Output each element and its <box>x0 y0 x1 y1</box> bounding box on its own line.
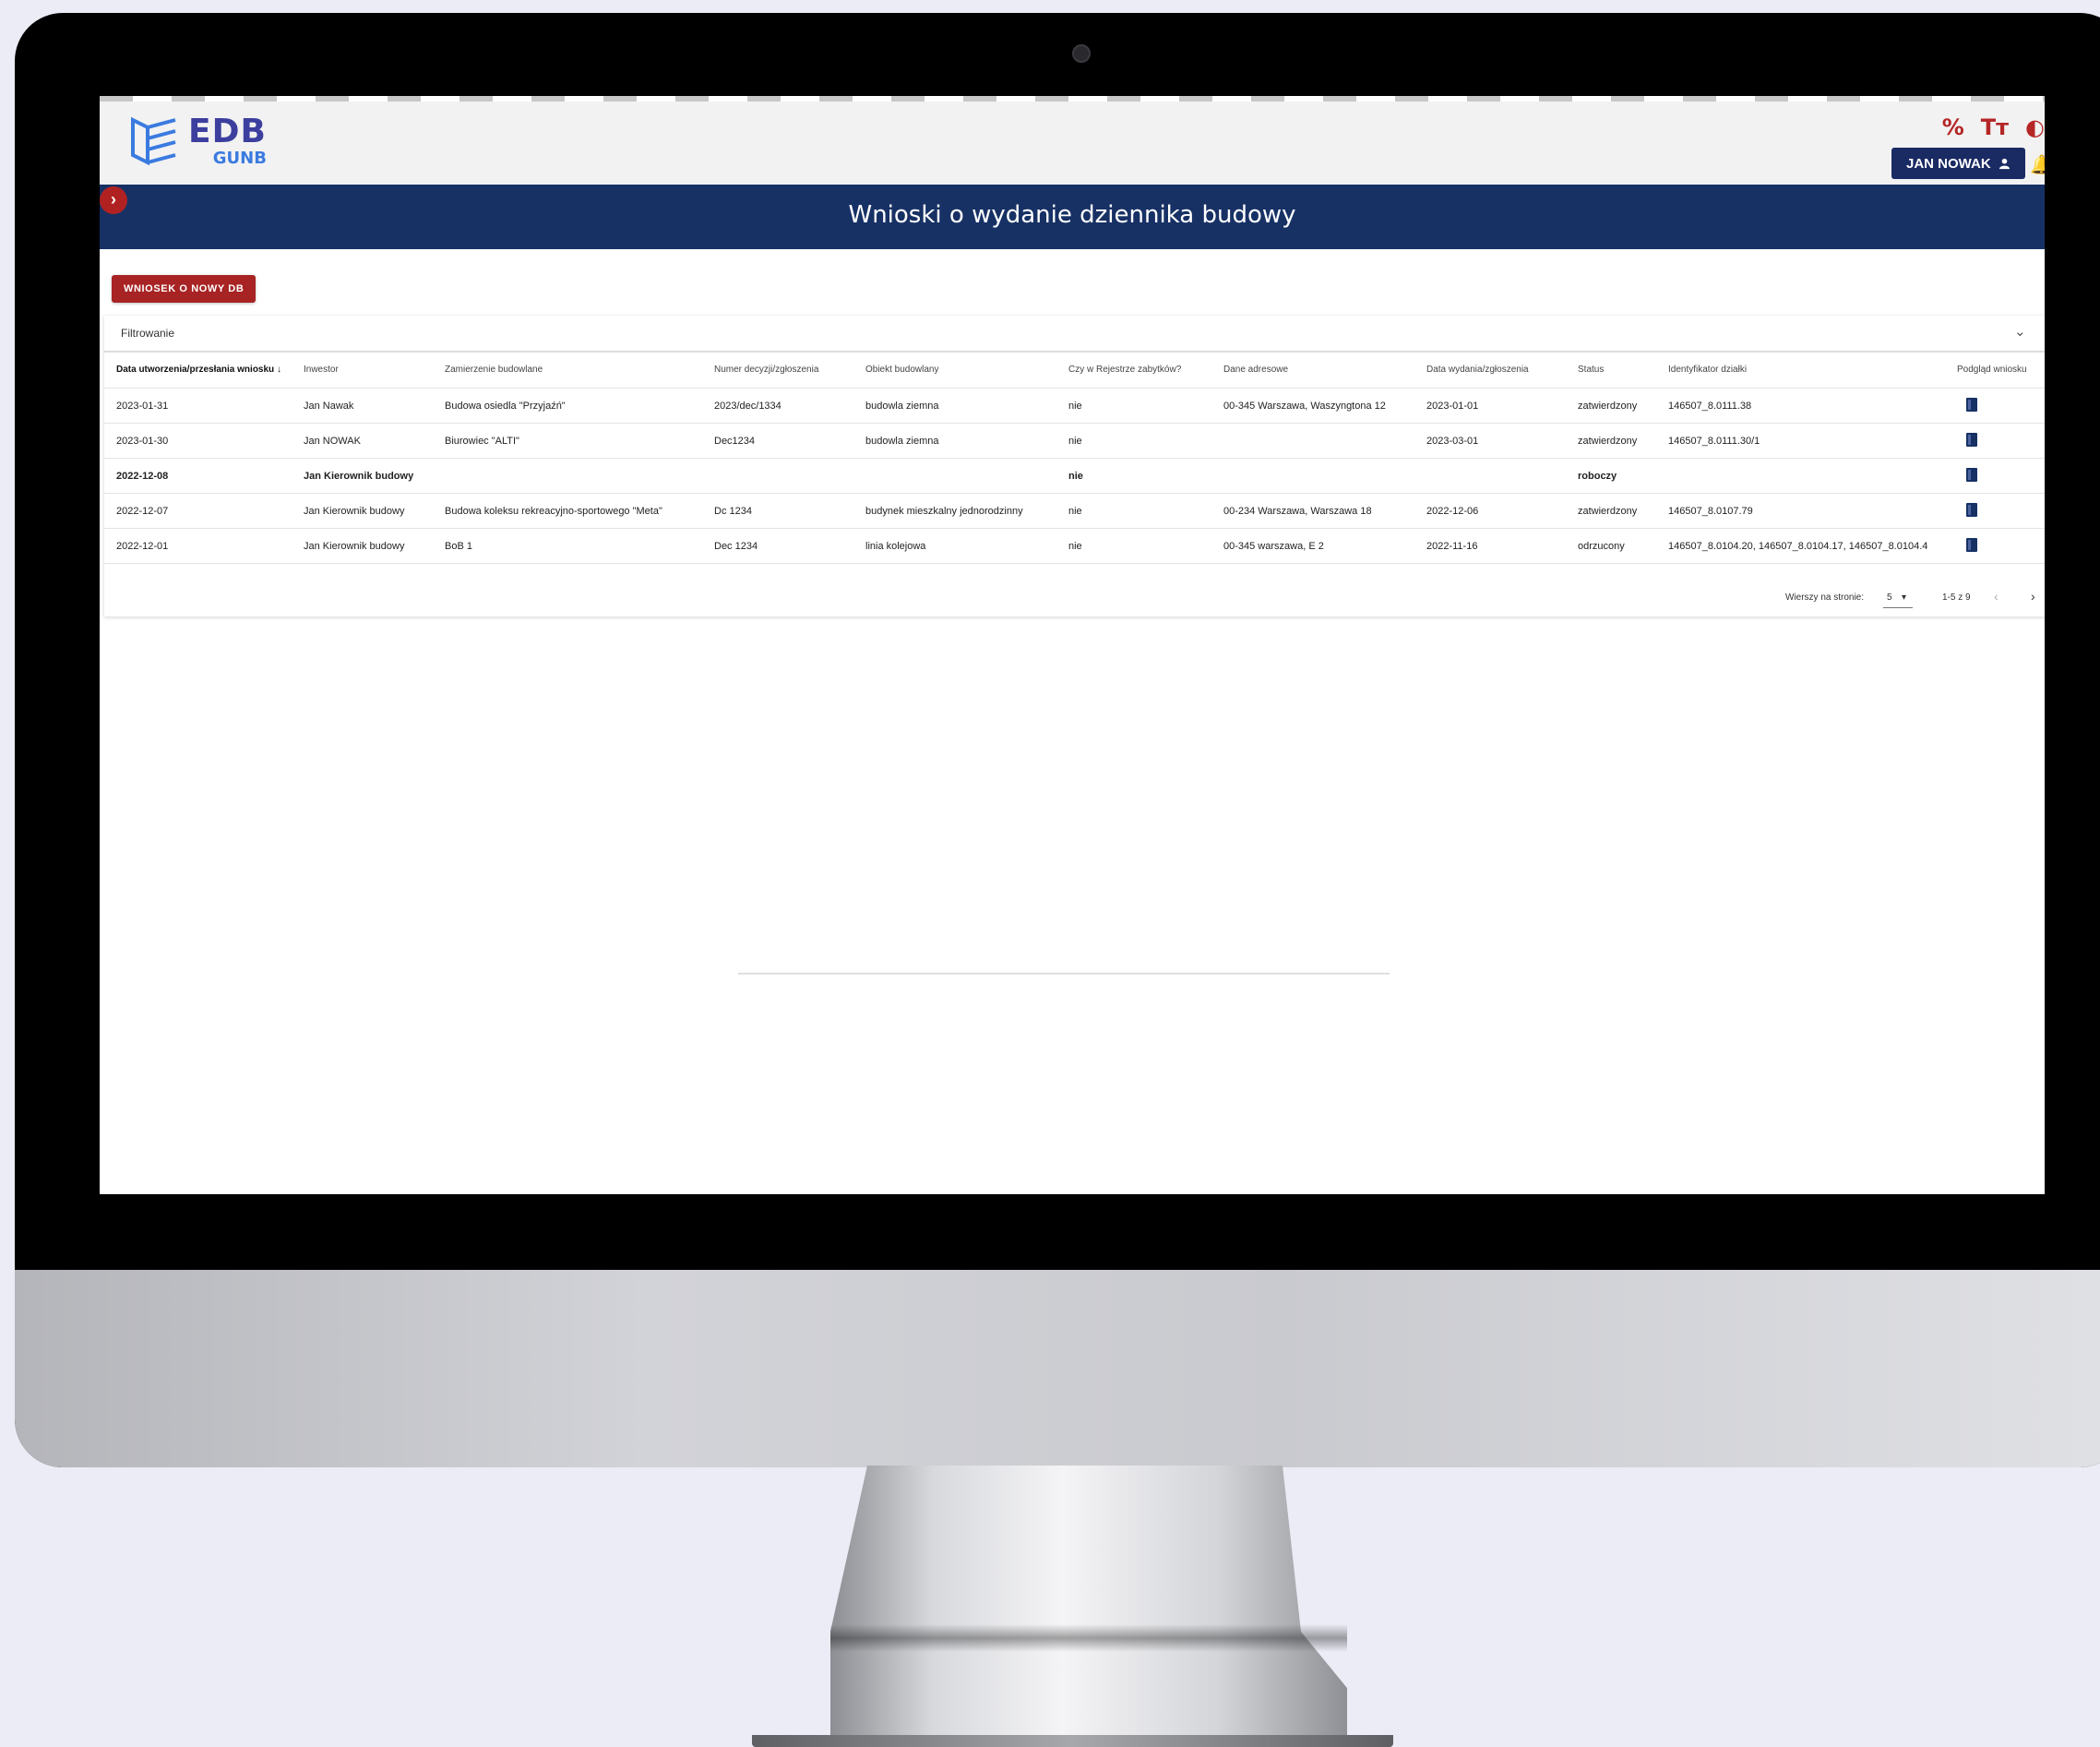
caret-down-icon[interactable]: ▾ <box>1902 592 1906 603</box>
column-header[interactable]: Status <box>1578 351 1668 389</box>
page-header: Wnioski o wydanie dziennika budowy <box>100 185 2045 249</box>
column-header[interactable]: Data wydania/zgłoszenia <box>1426 351 1578 389</box>
page-title: Wnioski o wydanie dziennika budowy <box>848 201 1296 229</box>
table-row[interactable]: 2023-01-30 Jan NOWAK Biurowiec "ALTI" Dec12… <box>104 423 2045 459</box>
column-header[interactable]: Czy w Rejestrze zabytków? <box>1068 351 1223 389</box>
view-request-icon[interactable] <box>1966 432 1977 447</box>
bell-icon[interactable]: 🔔 <box>2030 153 2045 176</box>
user-menu-button[interactable]: JAN NOWAK <box>1891 148 2025 179</box>
monitor-foot <box>752 1735 1393 1747</box>
app-screen: EDB GUNB % Tт ◐ JAN NOWAK 🔔 Wnioski o wy… <box>100 96 2045 1194</box>
view-request-icon[interactable] <box>1966 397 1977 412</box>
rows-per-page-label: Wierszy na stronie: <box>1785 592 1865 603</box>
user-icon <box>1999 158 2010 169</box>
table-row[interactable]: 2022-12-08 Jan Kierownik budowy nie roboczy <box>104 458 2045 494</box>
view-request-icon[interactable] <box>1966 537 1977 552</box>
column-header[interactable]: Numer decyzji/zgłoszenia <box>714 351 865 389</box>
camera-icon <box>1072 44 1091 63</box>
table-row[interactable]: 2022-12-01 Jan Kierownik budowy BoB 1 Dec 1… <box>104 528 2045 564</box>
edb-logo[interactable]: EDB GUNB <box>127 114 267 168</box>
book-logo-icon <box>131 116 176 166</box>
chevron-down-icon[interactable]: ⌄ <box>2014 323 2026 340</box>
table-row[interactable]: 2023-01-31 Jan Nawak Budowa osiedla "Przyj… <box>104 388 2045 424</box>
page-range: 1-5 z 9 <box>1942 592 1971 603</box>
filter-label: Filtrowanie <box>121 327 175 340</box>
arrow-down-icon: ↓ <box>276 364 281 375</box>
table-row[interactable]: 2022-12-07 Jan Kierownik budowy Budowa kol… <box>104 493 2045 529</box>
rows-per-page-select[interactable]: 5 <box>1887 592 1892 603</box>
logo-subtext: GUNB <box>212 149 267 168</box>
column-header[interactable]: Zamierzenie budowlane <box>445 351 714 389</box>
divider <box>738 973 1390 975</box>
column-header[interactable]: Dane adresowe <box>1223 351 1426 389</box>
contrast-toggle-icon[interactable]: % <box>1942 114 1964 140</box>
monitor-chin <box>15 1270 2100 1467</box>
requests-table-card: Filtrowanie ⌄ Data utworzenia/przesłania… <box>104 316 2045 616</box>
column-header[interactable]: Inwestor <box>304 351 445 389</box>
logo-text: EDB <box>188 113 267 150</box>
accessibility-tools: % Tт ◐ <box>1942 114 2045 140</box>
table-header-row: Data utworzenia/przesłania wniosku ↓ Inw… <box>104 351 2045 389</box>
requests-table: Data utworzenia/przesłania wniosku ↓ Inw… <box>104 351 2045 564</box>
new-db-request-button[interactable]: WNIOSEK O NOWY DB <box>112 275 257 303</box>
column-header[interactable]: Identyfikator działki <box>1668 351 1957 389</box>
view-request-icon[interactable] <box>1966 502 1977 517</box>
font-size-icon[interactable]: Tт <box>1981 114 2009 140</box>
view-request-icon[interactable] <box>1966 467 1977 482</box>
column-header: Podgląd wniosku <box>1957 351 2045 389</box>
column-header[interactable]: Obiekt budowlany <box>865 351 1068 389</box>
pagination: Wierszy na stronie: 5 ▾ 1-5 z 9 ‹ › <box>104 585 2045 613</box>
sidebar-toggle-button[interactable]: › <box>100 186 127 214</box>
eye-icon[interactable]: ◐ <box>2025 114 2045 140</box>
prev-page-icon[interactable]: ‹ <box>1994 589 1999 604</box>
monitor-stand <box>830 1466 1347 1747</box>
next-page-icon[interactable]: › <box>2031 589 2035 604</box>
filter-panel[interactable]: Filtrowanie ⌄ <box>104 316 2045 353</box>
user-name: JAN NOWAK <box>1906 155 1991 172</box>
top-bar: EDB GUNB % Tт ◐ JAN NOWAK 🔔 <box>100 102 2045 185</box>
column-header-date[interactable]: Data utworzenia/przesłania wniosku ↓ <box>104 351 304 389</box>
